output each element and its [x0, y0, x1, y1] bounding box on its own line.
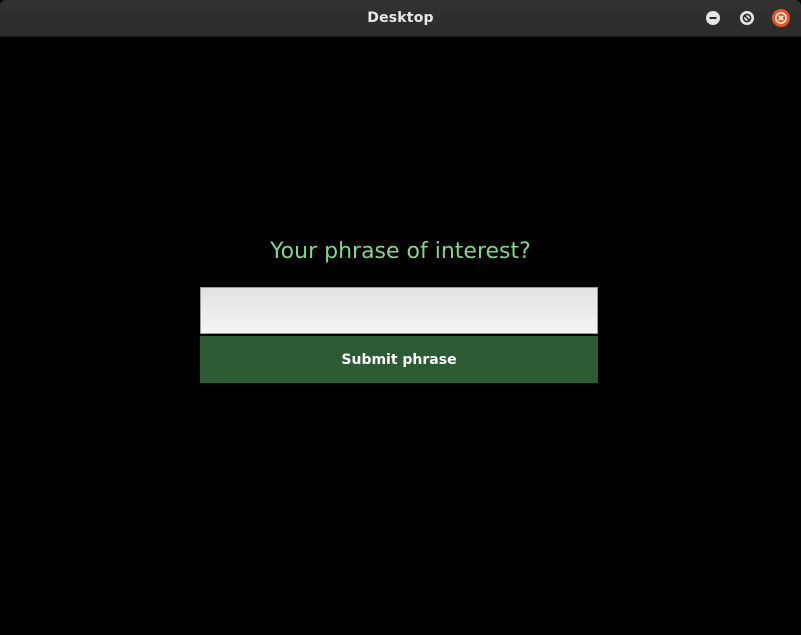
close-icon — [775, 12, 787, 24]
maximize-icon — [742, 13, 752, 23]
main-content: Your phrase of interest? Submit phrase — [0, 37, 801, 635]
window-title: Desktop — [367, 10, 434, 26]
submit-phrase-button[interactable]: Submit phrase — [200, 336, 598, 383]
close-button[interactable] — [772, 9, 790, 27]
maximize-button[interactable] — [740, 11, 754, 25]
app-window: Desktop Your phrase of interest? Submit … — [0, 0, 801, 635]
phrase-input[interactable] — [200, 287, 598, 334]
title-bar[interactable]: Desktop — [0, 0, 801, 37]
prompt-heading: Your phrase of interest? — [270, 239, 531, 264]
minimize-button[interactable] — [706, 11, 720, 25]
minimize-icon — [709, 17, 717, 19]
